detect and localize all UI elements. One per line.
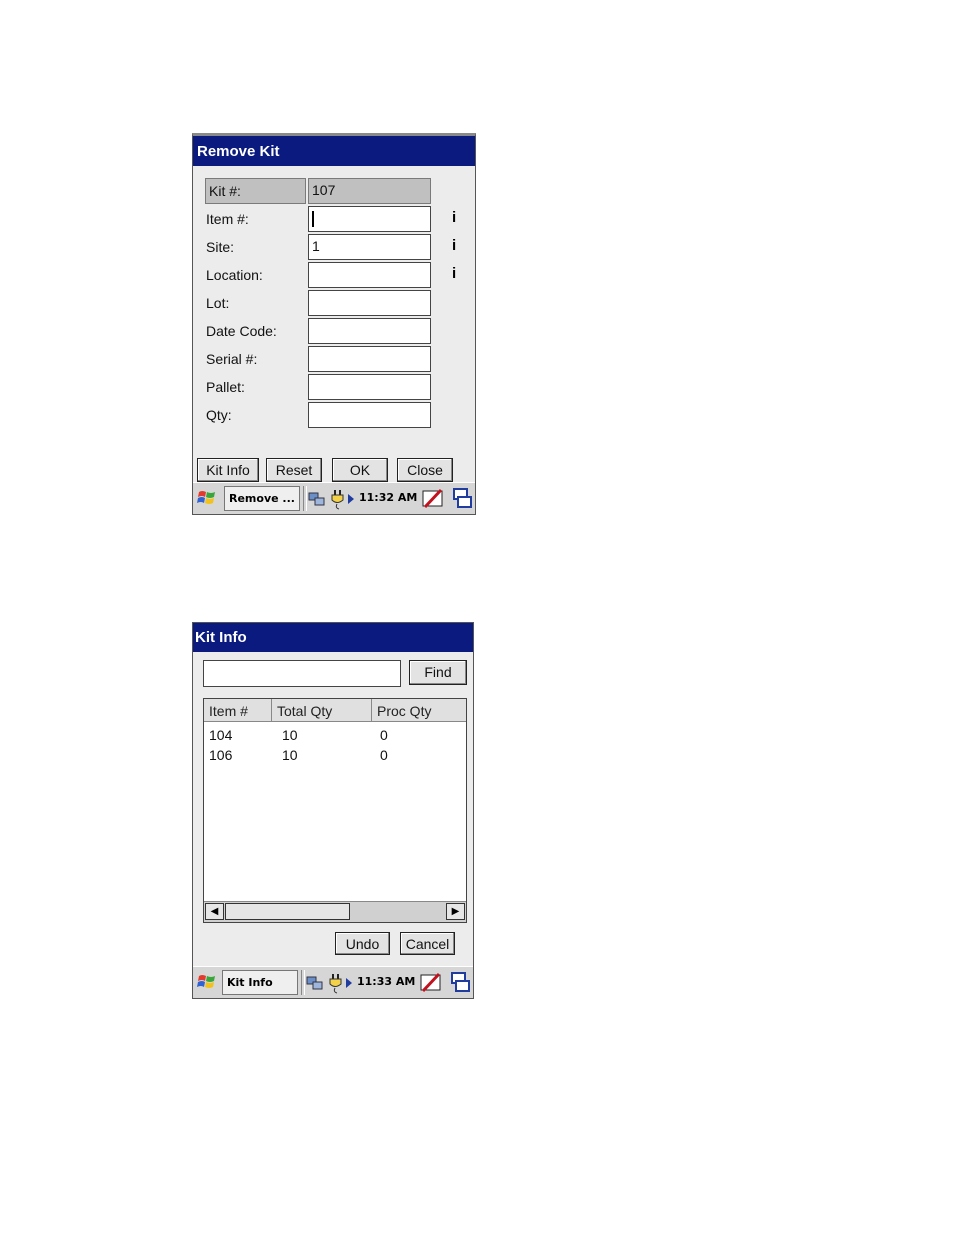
windows-flag-icon[interactable] — [196, 487, 218, 509]
column-header-item[interactable]: Item # — [204, 699, 272, 722]
lot-label: Lot: — [206, 295, 230, 311]
desktop-switch-icon[interactable] — [450, 971, 472, 995]
search-input[interactable] — [203, 660, 401, 687]
horizontal-scrollbar[interactable]: ◀ ▶ — [204, 901, 466, 922]
kit-number-label: Kit #: — [205, 178, 306, 204]
scroll-thumb[interactable] — [225, 903, 350, 920]
item-number-field[interactable] — [308, 206, 431, 232]
cancel-button[interactable]: Cancel — [400, 932, 455, 955]
item-number-label: Item #: — [206, 211, 249, 227]
taskbar: Remove ... 11:32 AM — [193, 482, 475, 514]
table-row[interactable]: 104 10 0 — [204, 725, 466, 745]
close-button[interactable]: Close — [397, 458, 453, 482]
cell-total-qty: 10 — [282, 727, 298, 743]
windows-flag-icon[interactable] — [196, 971, 218, 993]
tray-arrow-icon[interactable] — [346, 978, 352, 988]
item-info-icon[interactable]: i — [452, 209, 456, 226]
location-label: Location: — [206, 267, 263, 283]
table-row[interactable]: 106 10 0 — [204, 745, 466, 765]
site-label: Site: — [206, 239, 235, 255]
kit-info-window: Kit Info Find Item # Total Qty Proc Qty … — [192, 622, 474, 999]
undo-button[interactable]: Undo — [335, 932, 390, 955]
pallet-label: Pallet: — [206, 379, 245, 395]
desktop-switch-icon[interactable] — [452, 487, 474, 511]
cell-item: 104 — [209, 727, 233, 743]
date-code-field[interactable] — [308, 318, 431, 344]
find-button[interactable]: Find — [409, 660, 467, 685]
cell-item: 106 — [209, 747, 233, 763]
taskbar-clock[interactable]: 11:33 AM — [357, 975, 415, 988]
window-title: Remove Kit — [193, 136, 475, 166]
cell-total-qty: 10 — [282, 747, 298, 763]
scroll-left-icon[interactable]: ◀ — [205, 903, 224, 920]
taskbar-task-button[interactable]: Kit Info — [222, 970, 298, 995]
power-plug-icon[interactable] — [329, 488, 347, 510]
qty-label: Qty: — [206, 407, 232, 423]
location-field[interactable] — [308, 262, 431, 288]
window-title: Kit Info — [193, 623, 473, 652]
lot-field[interactable] — [308, 290, 431, 316]
input-panel-icon[interactable] — [422, 488, 444, 510]
location-info-icon[interactable]: i — [452, 265, 456, 282]
kit-number-field: 107 — [308, 178, 431, 204]
kit-items-list[interactable]: Item # Total Qty Proc Qty 104 10 0 106 1… — [203, 698, 467, 923]
network-icon[interactable] — [307, 490, 327, 508]
remove-kit-window: Remove Kit Kit #: 107 Item #: i Site: 1 … — [192, 133, 476, 515]
pallet-field[interactable] — [308, 374, 431, 400]
taskbar: Kit Info 11:33 AM — [193, 966, 473, 998]
text-caret — [312, 211, 314, 227]
qty-field[interactable] — [308, 402, 431, 428]
tray-arrow-icon[interactable] — [348, 494, 354, 504]
network-icon[interactable] — [305, 974, 325, 992]
taskbar-clock[interactable]: 11:32 AM — [359, 491, 417, 504]
column-header-total-qty[interactable]: Total Qty — [272, 699, 372, 722]
scroll-right-icon[interactable]: ▶ — [446, 903, 465, 920]
power-plug-icon[interactable] — [327, 972, 345, 994]
taskbar-task-button[interactable]: Remove ... — [224, 486, 300, 511]
cell-proc-qty: 0 — [380, 727, 388, 743]
ok-button[interactable]: OK — [332, 458, 388, 482]
kit-info-button[interactable]: Kit Info — [197, 458, 259, 482]
site-field[interactable]: 1 — [308, 234, 431, 260]
input-panel-icon[interactable] — [420, 972, 442, 994]
site-info-icon[interactable]: i — [452, 237, 456, 254]
reset-button[interactable]: Reset — [266, 458, 322, 482]
date-code-label: Date Code: — [206, 323, 277, 339]
serial-number-field[interactable] — [308, 346, 431, 372]
cell-proc-qty: 0 — [380, 747, 388, 763]
column-header-proc-qty[interactable]: Proc Qty — [372, 699, 466, 722]
serial-number-label: Serial #: — [206, 351, 258, 367]
